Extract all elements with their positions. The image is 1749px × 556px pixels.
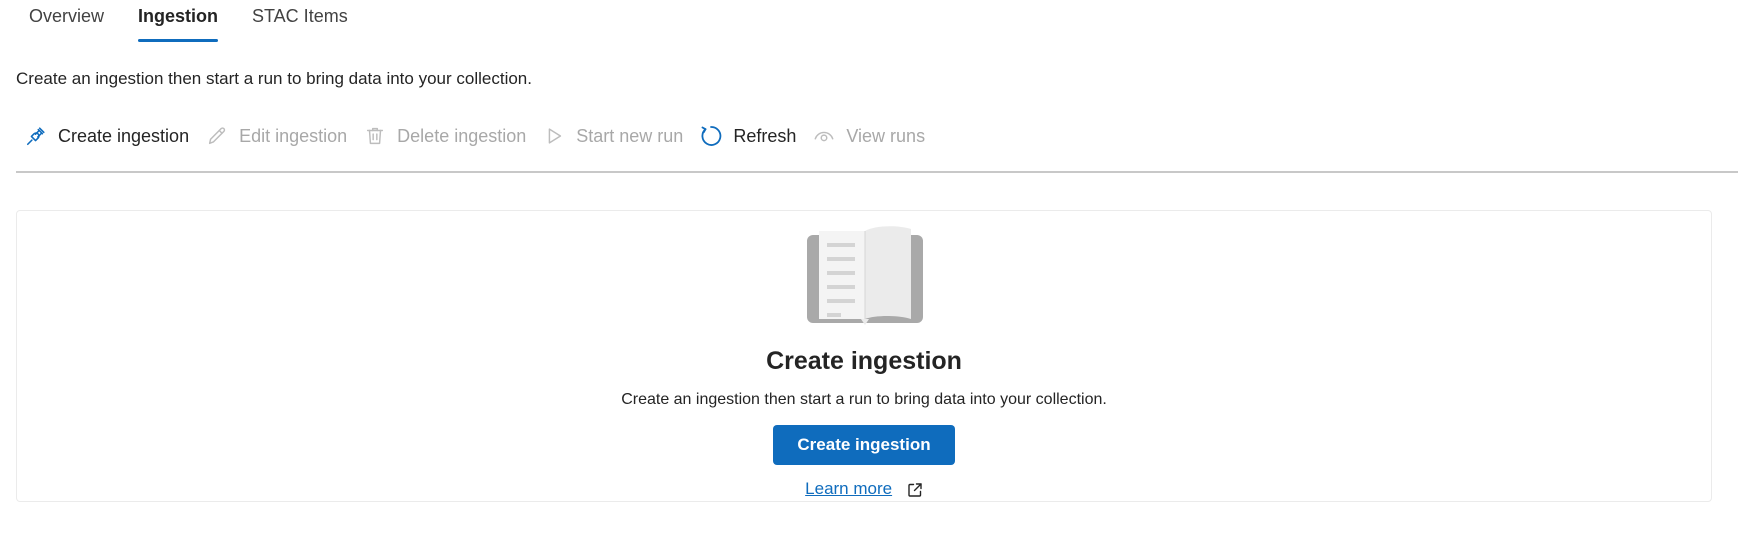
tab-ingestion[interactable]: Ingestion xyxy=(125,0,231,42)
refresh-label: Refresh xyxy=(733,125,797,146)
pencil-icon xyxy=(205,124,229,148)
ingestion-page: Overview Ingestion STAC Items Create an … xyxy=(0,0,1749,556)
learn-more-row: Learn more xyxy=(17,479,1711,499)
refresh-icon xyxy=(699,124,723,148)
open-book-icon xyxy=(803,221,927,331)
create-ingestion-button[interactable]: Create ingestion xyxy=(16,118,197,154)
empty-state-description: Create an ingestion then start a run to … xyxy=(621,391,1107,408)
play-icon xyxy=(542,124,566,148)
empty-state-card: Create ingestion Create an ingestion the… xyxy=(16,210,1712,502)
edit-ingestion-label: Edit ingestion xyxy=(239,125,348,146)
create-ingestion-label: Create ingestion xyxy=(58,125,190,146)
empty-state-title: Create ingestion xyxy=(766,347,962,375)
command-bar: Create ingestion Edit ingestion Delete i… xyxy=(16,118,933,154)
trash-icon xyxy=(363,124,387,148)
tab-stac-items[interactable]: STAC Items xyxy=(239,0,361,42)
view-runs-button[interactable]: View runs xyxy=(804,118,933,154)
tab-list: Overview Ingestion STAC Items xyxy=(16,0,369,42)
edit-ingestion-button[interactable]: Edit ingestion xyxy=(197,118,355,154)
create-ingestion-primary-button[interactable]: Create ingestion xyxy=(773,425,955,465)
view-runs-label: View runs xyxy=(846,125,926,146)
page-description: Create an ingestion then start a run to … xyxy=(16,69,532,88)
start-new-run-label: Start new run xyxy=(576,125,684,146)
eye-icon xyxy=(812,124,836,148)
toolbar-divider xyxy=(16,171,1738,173)
delete-ingestion-button[interactable]: Delete ingestion xyxy=(355,118,534,154)
start-new-run-button[interactable]: Start new run xyxy=(534,118,691,154)
tab-overview[interactable]: Overview xyxy=(16,0,117,42)
refresh-button[interactable]: Refresh xyxy=(691,118,804,154)
delete-ingestion-label: Delete ingestion xyxy=(397,125,527,146)
link-plug-icon xyxy=(24,124,48,148)
learn-more-link[interactable]: Learn more xyxy=(805,479,892,498)
external-link-icon[interactable] xyxy=(907,482,923,498)
